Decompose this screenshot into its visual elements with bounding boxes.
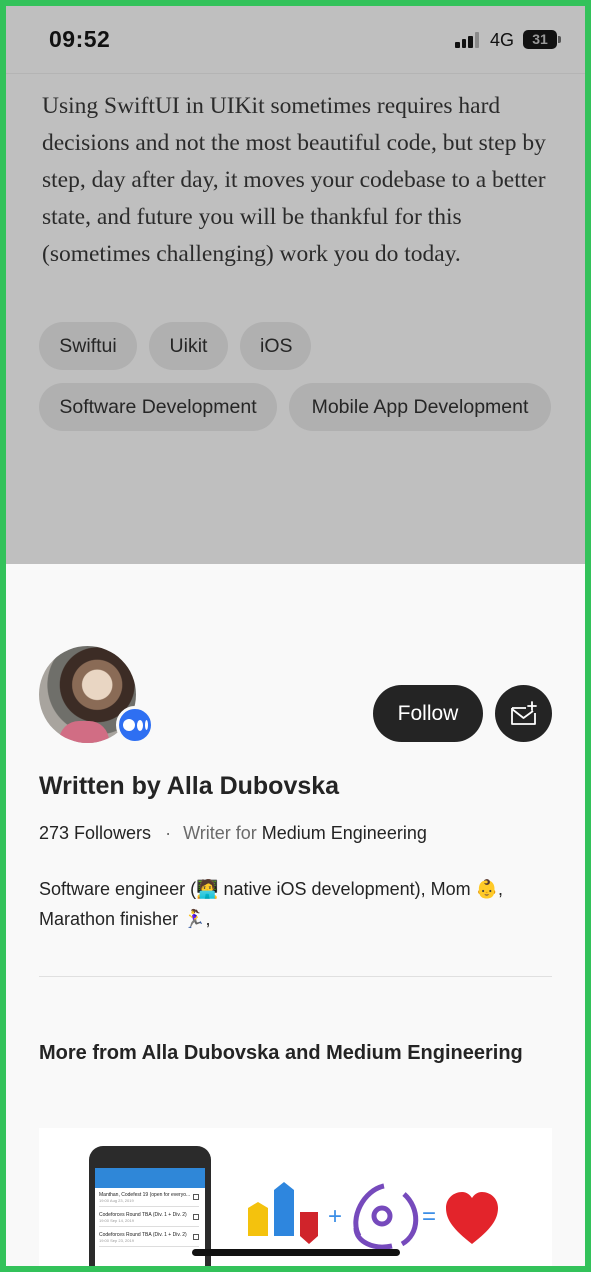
- home-indicator[interactable]: [192, 1249, 400, 1256]
- meta-separator: ·: [165, 823, 172, 843]
- list-item: Codeforces Round TBA (Div. 1 + Div. 2) 19…: [99, 1232, 199, 1247]
- redux-logo-icon: [353, 1183, 419, 1250]
- equals-sign: =: [422, 1203, 436, 1230]
- tag-ios[interactable]: iOS: [240, 322, 311, 370]
- dimmed-article-section: 09:52 4G 31 Using SwiftUI in UIKit somet…: [6, 6, 585, 564]
- phone-screen: Manthan, Codefest 19 (open for everyo...…: [95, 1168, 205, 1266]
- list-item: Codeforces Round TBA (Div. 1 + Div. 2) 19…: [99, 1212, 199, 1227]
- tag-swiftui[interactable]: Swiftui: [39, 322, 137, 370]
- phone-app-bar: [95, 1168, 205, 1188]
- battery-icon: 31: [523, 30, 557, 49]
- cell-signal-icon: [455, 32, 481, 48]
- status-time: 09:52: [49, 26, 111, 52]
- follow-button[interactable]: Follow: [373, 685, 483, 742]
- article-closing-paragraph: Using SwiftUI in UIKit sometimes require…: [42, 93, 546, 267]
- tag-software-development[interactable]: Software Development: [39, 383, 277, 431]
- mail-plus-icon: [510, 700, 537, 725]
- section-divider: [39, 976, 552, 977]
- screen: 09:52 4G 31 Using SwiftUI in UIKit somet…: [6, 6, 585, 1266]
- status-bar: 09:52 4G 31: [6, 6, 585, 74]
- tag-uikit[interactable]: Uikit: [149, 322, 228, 370]
- written-by-heading[interactable]: Written by Alla Dubovska: [39, 772, 339, 801]
- plus-sign: +: [328, 1203, 342, 1230]
- list-item: Manthan, Codefest 19 (open for everyo...…: [99, 1192, 199, 1207]
- publication-link[interactable]: Medium Engineering: [262, 823, 427, 843]
- more-from-heading: More from Alla Dubovska and Medium Engin…: [39, 1042, 523, 1064]
- medium-logo-icon: [116, 706, 154, 744]
- heart-icon: [446, 1192, 498, 1244]
- bar-chart-logo-icon: [248, 1182, 318, 1244]
- writer-for-label: Writer for: [183, 823, 257, 843]
- author-bio: Software engineer (🧑‍💻 native iOS develo…: [39, 879, 504, 929]
- battery-tip: [558, 36, 561, 43]
- phone-mockup: Manthan, Codefest 19 (open for everyo...…: [89, 1146, 211, 1266]
- followers-count[interactable]: 273 Followers: [39, 823, 151, 843]
- tag-mobile-app-development[interactable]: Mobile App Development: [289, 383, 551, 431]
- author-meta: 273 Followers · Writer for Medium Engineer…: [39, 823, 427, 844]
- story-preview-image[interactable]: Manthan, Codefest 19 (open for everyo...…: [39, 1128, 552, 1266]
- network-type: 4G: [490, 30, 515, 50]
- subscribe-email-button[interactable]: [495, 685, 552, 742]
